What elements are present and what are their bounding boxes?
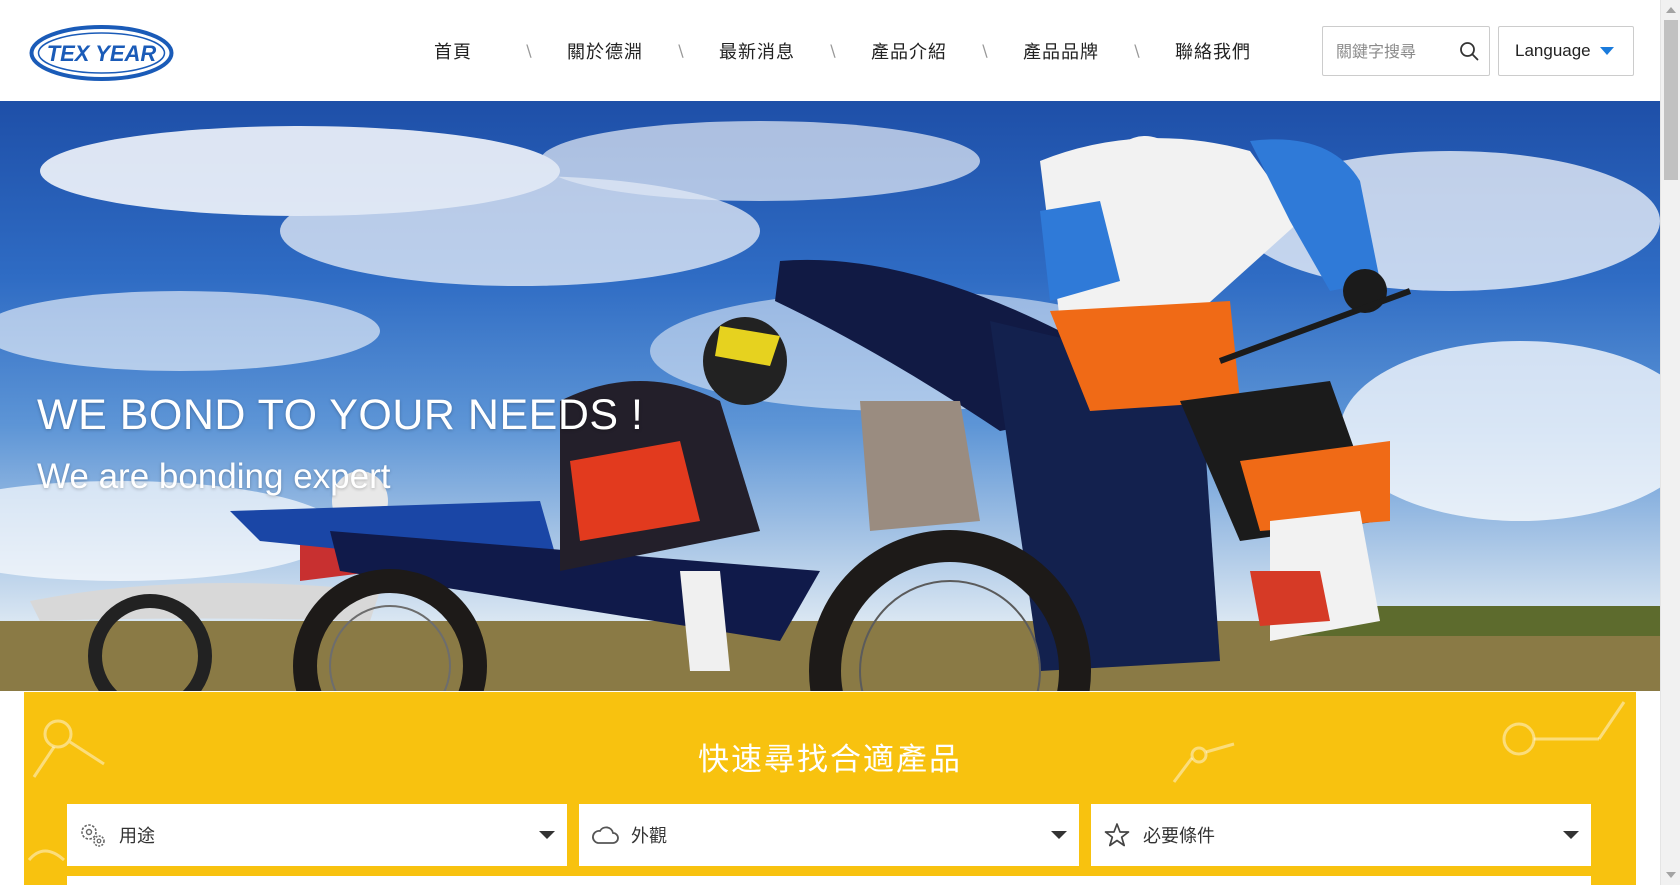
nav-item-brands[interactable]: 產品品牌 [1023, 38, 1099, 64]
tex-year-logo[interactable]: TEX YEAR [29, 24, 174, 82]
hero-subtitle: We are bonding expert [37, 457, 391, 496]
requirements-select[interactable]: 必要條件 [1091, 804, 1591, 866]
nav-item-products[interactable]: 產品介紹 [871, 38, 947, 64]
caret-down-icon [1599, 47, 1614, 55]
scroll-down-icon[interactable] [1666, 872, 1676, 878]
nav-separator: \ [526, 41, 532, 60]
search-input[interactable] [1323, 28, 1451, 74]
site-header: TEX YEAR 首頁 \ 關於德淵 \ 最新消息 \ 產品介紹 \ 產品品牌 … [0, 0, 1660, 101]
nav-item-home[interactable]: 首頁 [415, 38, 491, 64]
caret-down-icon [1563, 831, 1579, 839]
language-label: Language [1515, 41, 1591, 60]
search-icon [1460, 42, 1479, 61]
main-nav: 首頁 \ 關於德淵 \ 最新消息 \ 產品介紹 \ 產品品牌 \ 聯絡我們 [415, 0, 1251, 101]
caret-down-icon [539, 831, 555, 839]
page-scrollbar[interactable] [1660, 0, 1680, 885]
star-icon [1101, 819, 1133, 851]
logo-text: TEX YEAR [47, 41, 157, 66]
search-button[interactable] [1451, 28, 1487, 74]
scrollbar-thumb[interactable] [1664, 20, 1678, 180]
nav-separator: \ [1134, 41, 1140, 60]
nav-separator: \ [982, 41, 988, 60]
quick-product-finder: 快速尋找合適產品 用途 外觀 必要條件 [24, 692, 1636, 885]
appearance-select-label: 外觀 [631, 826, 667, 847]
search-box [1322, 26, 1490, 76]
usage-select-label: 用途 [119, 826, 155, 847]
scroll-up-icon[interactable] [1666, 7, 1676, 13]
usage-select[interactable]: 用途 [67, 804, 567, 866]
nav-separator: \ [678, 41, 684, 60]
cloud-icon [589, 819, 621, 851]
hero-title: WE BOND TO YOUR NEEDS ! [37, 391, 644, 439]
appearance-select[interactable]: 外觀 [579, 804, 1079, 866]
caret-down-icon [1051, 831, 1067, 839]
requirements-select-label: 必要條件 [1143, 826, 1215, 847]
nav-item-contact[interactable]: 聯絡我們 [1175, 38, 1251, 64]
finder-title: 快速尋找合適產品 [698, 742, 962, 778]
gears-icon [77, 819, 109, 851]
finder-next-row [67, 876, 1591, 885]
hero-banner: WE BOND TO YOUR NEEDS ! We are bonding e… [0, 101, 1660, 691]
nav-item-news[interactable]: 最新消息 [719, 38, 795, 64]
nav-separator: \ [830, 41, 836, 60]
nav-item-about[interactable]: 關於德淵 [567, 38, 643, 64]
language-select[interactable]: Language [1498, 26, 1634, 76]
